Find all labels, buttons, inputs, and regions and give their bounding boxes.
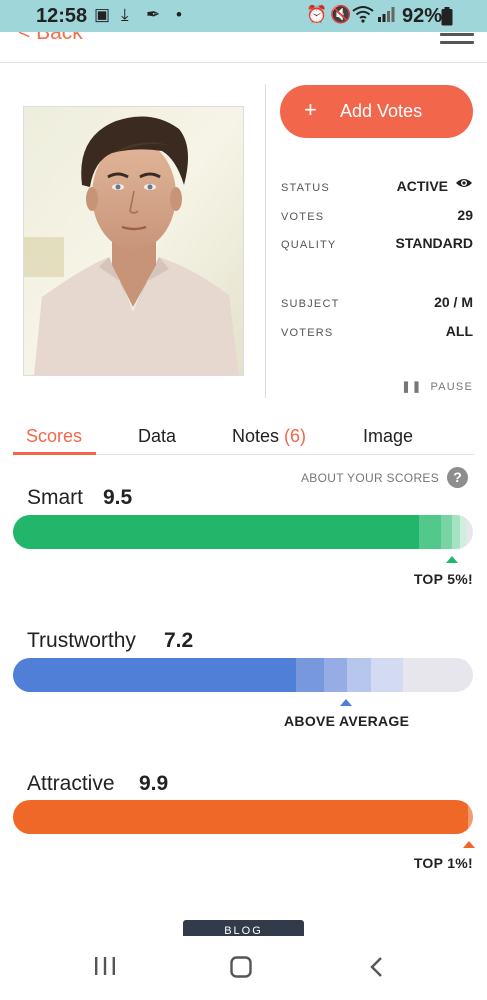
score-label-attractive: Attractive (27, 772, 115, 795)
hamburger-menu-icon[interactable] (440, 33, 474, 47)
tab-notes[interactable]: Notes (6) (232, 426, 306, 447)
score-band (347, 658, 371, 692)
alarm-icon: ⏰ (306, 5, 328, 24)
eye-icon (455, 176, 473, 195)
status-time: 12:58 (36, 5, 88, 27)
about-scores-link[interactable]: ABOUT YOUR SCORES (301, 471, 439, 485)
score-fill-attractive (13, 800, 468, 834)
notification-icon: ▣ (94, 5, 111, 24)
score-band (452, 515, 460, 549)
score-value-smart: 9.5 (103, 486, 133, 509)
tab-image[interactable]: Image (363, 426, 413, 447)
recent-apps-icon[interactable] (94, 956, 116, 981)
subject-key: SUBJECT (281, 298, 340, 310)
score-rank-attractive: TOP 1%! (413, 855, 473, 871)
help-icon[interactable]: ? (447, 467, 468, 488)
signal-icon (377, 5, 395, 28)
score-band (441, 515, 452, 549)
score-marker-smart (446, 556, 458, 563)
votes-key: VOTES (281, 211, 325, 223)
score-fill-smart (13, 515, 419, 549)
score-bar-attractive (13, 800, 473, 834)
score-value-attractive: 9.9 (139, 772, 169, 795)
pause-label: PAUSE (430, 381, 473, 393)
score-band (296, 658, 324, 692)
score-bar-smart (13, 515, 473, 549)
profile-divider (265, 84, 266, 398)
add-votes-label: Add Votes (340, 101, 423, 121)
quality-key: QUALITY (281, 239, 337, 251)
add-votes-button[interactable]: + Add Votes (280, 85, 473, 138)
pause-button[interactable]: ❚❚ PAUSE (401, 380, 473, 393)
back-button[interactable]: < Back (0, 32, 487, 48)
status-bar: 12:58 ▣ ⤓ ✒ • ⏰ 🔇 92% (0, 0, 487, 32)
voters-value: ALL (445, 323, 473, 339)
tab-scores[interactable]: Scores (26, 426, 82, 447)
score-band (460, 515, 466, 549)
score-rank-smart: TOP 5%! (413, 571, 473, 587)
score-marker-attractive (463, 841, 475, 848)
profile-photo (23, 106, 244, 376)
back-nav-icon[interactable] (369, 956, 383, 983)
status-value: ACTIVE (396, 178, 448, 194)
score-rank-trustworthy: ABOVE AVERAGE (284, 713, 410, 729)
quality-value: STANDARD (395, 235, 473, 251)
voters-key: VOTERS (281, 327, 334, 339)
battery-icon (441, 7, 453, 31)
tab-data[interactable]: Data (138, 426, 176, 447)
header-divider (0, 62, 487, 63)
status-key: STATUS (281, 182, 330, 194)
tab-notes-label: Notes (232, 426, 280, 446)
score-band (468, 800, 473, 834)
subject-value: 20 / M (434, 294, 473, 310)
notes-count: (6) (284, 426, 307, 446)
score-value-trustworthy: 7.2 (164, 629, 194, 652)
score-bar-trustworthy (13, 658, 473, 692)
score-label-smart: Smart (27, 486, 84, 509)
dot-icon: • (176, 5, 182, 24)
score-band (371, 658, 403, 692)
score-fill-trustworthy (13, 658, 296, 692)
android-nav-bar (0, 936, 487, 1000)
home-icon[interactable] (230, 956, 252, 983)
wifi-icon (352, 5, 374, 28)
download-icon: ⤓ (121, 5, 129, 24)
mute-icon: 🔇 (330, 5, 352, 24)
active-tab-indicator (13, 452, 96, 455)
back-label[interactable]: < Back (18, 32, 83, 45)
battery-percent: 92% (402, 5, 443, 27)
score-band (324, 658, 347, 692)
pen-icon: ✒ (146, 5, 161, 24)
pause-icon: ❚❚ (401, 381, 423, 393)
score-marker-trustworthy (340, 699, 352, 706)
votes-value: 29 (457, 207, 473, 223)
score-label-trustworthy: Trustworthy (27, 629, 136, 652)
plus-icon: + (304, 97, 317, 122)
score-band (419, 515, 441, 549)
